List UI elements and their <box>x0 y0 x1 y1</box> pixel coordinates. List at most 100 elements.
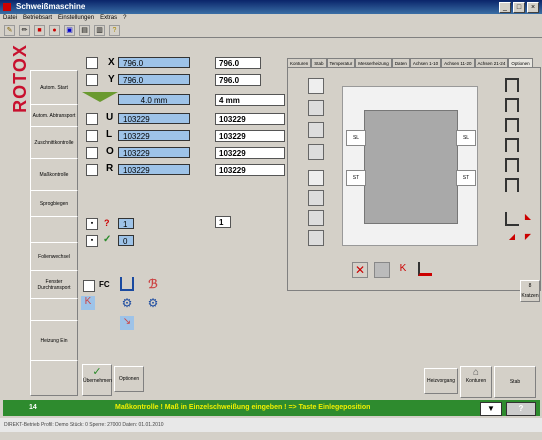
counter-a-checkbox[interactable]: ▪ <box>86 218 98 230</box>
sidebar-sprogbiegen[interactable]: Sprogbiegen <box>30 190 78 218</box>
tool-7-icon[interactable] <box>308 210 324 226</box>
sidebar-empty-3[interactable] <box>30 360 78 396</box>
scroll-down-icon[interactable]: ▼ <box>480 402 502 416</box>
counter-b-input[interactable]: 0 <box>118 235 134 246</box>
profile-5-icon[interactable] <box>505 158 519 172</box>
tab-stab[interactable]: Stab <box>311 58 327 67</box>
profile-k2-icon[interactable]: K <box>396 262 410 276</box>
param-r-checkbox[interactable] <box>86 164 98 176</box>
tab-achsen-21-24[interactable]: Achsen 21-24 <box>474 58 509 67</box>
title-bar: Schweißmaschine _ □ × <box>0 0 542 14</box>
disk-icon[interactable]: ▣ <box>64 24 75 36</box>
profile-l-icon[interactable] <box>418 262 432 276</box>
uebernehmen-button[interactable]: ✓ Übernehmen <box>82 364 112 396</box>
tool-4-icon[interactable] <box>308 144 324 160</box>
sidebar-masskontrolle[interactable]: Maßkontrolle <box>30 158 78 192</box>
menu-betriebsart[interactable]: Betriebsart <box>23 14 52 23</box>
tool-6-icon[interactable] <box>308 190 324 206</box>
angle-3-icon[interactable]: ◢ <box>505 232 519 246</box>
tab-achsen-11-20[interactable]: Achsen 11-20 <box>441 58 475 67</box>
minimize-button[interactable]: _ <box>499 2 511 13</box>
menu-datei[interactable]: Datei <box>3 14 17 23</box>
question-icon: ? <box>104 218 110 228</box>
profile-1-icon[interactable] <box>505 78 519 92</box>
param-y-label: Y <box>108 74 115 85</box>
tab-konturen[interactable]: Konturen <box>287 58 312 67</box>
menu-help[interactable]: ? <box>123 14 126 23</box>
sidebar-auto-start[interactable]: Autom. Start <box>30 70 78 106</box>
param-x-checkbox[interactable] <box>86 57 98 69</box>
tab-daten[interactable]: Daten <box>391 58 410 67</box>
sidebar-empty-1[interactable] <box>30 216 78 244</box>
st-left-sensor[interactable]: ST <box>346 170 366 186</box>
param-l-checkbox[interactable] <box>86 130 98 142</box>
tool-5-icon[interactable] <box>308 170 324 186</box>
counter-a-input[interactable]: 1 <box>118 218 134 229</box>
konturen-button[interactable]: ⌂ Konturen <box>460 366 492 398</box>
tool-3-icon[interactable] <box>308 122 324 138</box>
sidebar-heizung-ein[interactable]: Heizung Ein <box>30 320 78 362</box>
fc-checkbox[interactable] <box>83 280 95 292</box>
counter-8-button[interactable]: 8 Kratzen <box>520 280 540 302</box>
param-x-input[interactable]: 796.0 <box>118 57 190 68</box>
gear-profile-icon[interactable]: ⚙ <box>120 296 134 310</box>
help-icon[interactable]: ? <box>109 24 120 36</box>
param-r-input[interactable]: 103229 <box>118 164 190 175</box>
param-u-label: U <box>106 112 114 123</box>
param-l-input[interactable]: 103229 <box>118 130 190 141</box>
st-right-sensor[interactable]: ST <box>456 170 476 186</box>
optionen-button[interactable]: Optionen <box>114 366 144 392</box>
tab-optionen[interactable]: Optionen <box>508 58 533 67</box>
tab-temperatur[interactable]: Temperatur <box>326 58 356 67</box>
fill-pattern-icon[interactable] <box>374 262 390 278</box>
param-o-input[interactable]: 103229 <box>118 147 190 158</box>
disable-x-icon[interactable]: ✕ <box>352 262 368 278</box>
sidebar-fenster-durchtransport[interactable]: Fenster Durchtransport <box>30 270 78 300</box>
sl-left-sensor[interactable]: SL <box>346 130 366 146</box>
param-u-checkbox[interactable] <box>86 113 98 125</box>
tool-8-icon[interactable] <box>308 230 324 246</box>
close-button[interactable]: × <box>527 2 539 13</box>
param-u-input[interactable]: 103229 <box>118 113 190 124</box>
menu-extras[interactable]: Extras <box>100 14 117 23</box>
status-number: 14 <box>29 404 37 411</box>
profile-6-icon[interactable] <box>505 178 519 192</box>
seam-thickness-input[interactable]: 4.0 mm <box>118 94 190 105</box>
sidebar-folienwechsel[interactable]: Folienwechsel <box>30 242 78 272</box>
toolbar: ✎ ✏ ■ ● ▣ ▤ ▥ ? <box>0 23 542 38</box>
sidebar-auto-abtransport[interactable]: Autom. Abtransport <box>30 104 78 128</box>
stop-icon[interactable]: ■ <box>34 24 45 36</box>
param-o-checkbox[interactable] <box>86 147 98 159</box>
pencil-icon[interactable]: ✏ <box>19 24 30 36</box>
corner-cut-icon[interactable]: ↘ <box>120 316 134 330</box>
maximize-button[interactable]: □ <box>513 2 525 13</box>
help-button[interactable]: ? <box>506 402 536 416</box>
document-icon[interactable]: ▤ <box>79 24 90 36</box>
sidebar-zuschnittkontrolle[interactable]: Zuschnittkontrolle <box>30 126 78 160</box>
profile-2-icon[interactable] <box>505 98 519 112</box>
tab-achsen-1-10[interactable]: Achsen 1-10 <box>409 58 442 67</box>
heizvorgang-button[interactable]: Heizvorgang <box>424 368 458 394</box>
gear-profile-2-icon[interactable]: ⚙ <box>146 296 160 310</box>
param-y-checkbox[interactable] <box>86 74 98 86</box>
angle-4-icon[interactable]: ◤ <box>521 232 535 246</box>
profile-k-icon[interactable]: K <box>81 296 95 310</box>
stab-button[interactable]: Stab <box>494 366 536 398</box>
angle-1-icon[interactable] <box>505 212 519 226</box>
menu-einstellungen[interactable]: Einstellungen <box>58 14 94 23</box>
profile-b-icon[interactable]: ℬ <box>146 277 160 291</box>
profile-u-icon[interactable] <box>120 277 134 291</box>
sl-right-sensor[interactable]: SL <box>456 130 476 146</box>
counter-b-checkbox[interactable]: ▪ <box>86 235 98 247</box>
record-icon[interactable]: ● <box>49 24 60 36</box>
tool-2-icon[interactable] <box>308 100 324 116</box>
param-y-input[interactable]: 796.0 <box>118 74 190 85</box>
open-icon[interactable]: ▥ <box>94 24 105 36</box>
sidebar-empty-2[interactable] <box>30 298 78 322</box>
wrench-icon[interactable]: ✎ <box>4 24 15 36</box>
profile-4-icon[interactable] <box>505 138 519 152</box>
tab-messerheizung[interactable]: Messerheizung <box>355 58 392 67</box>
tool-1-icon[interactable] <box>308 78 324 94</box>
angle-2-icon[interactable]: ◣ <box>521 212 535 226</box>
profile-3-icon[interactable] <box>505 118 519 132</box>
